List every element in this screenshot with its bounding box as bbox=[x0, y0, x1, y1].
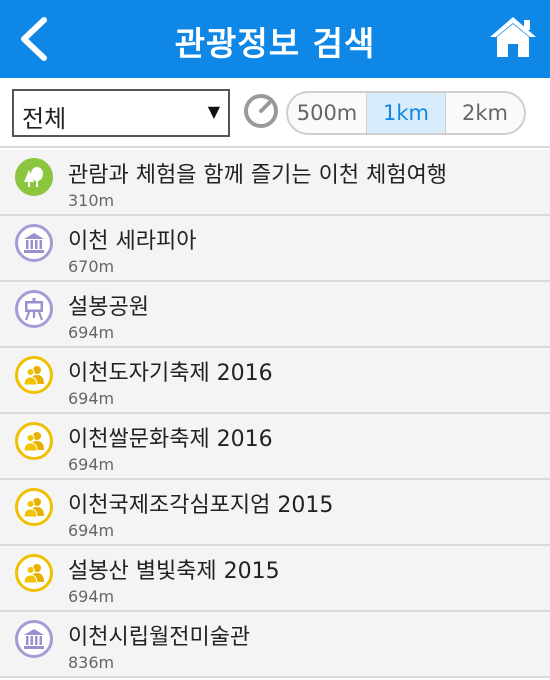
list-item-title: 이천 세라피아 bbox=[68, 229, 197, 254]
category-select-value: 전체 bbox=[22, 105, 67, 133]
list-item[interactable]: 관람과 체험을 함께 즐기는 이천 체험여행 310m bbox=[0, 150, 550, 216]
list-item-distance: 836m bbox=[68, 653, 115, 672]
distance-segmented-control: 500m 1km 2km bbox=[286, 91, 526, 135]
result-list: 관람과 체험을 함께 즐기는 이천 체험여행 310m 이천 세라피아 670m bbox=[0, 150, 550, 678]
distance-option-2km[interactable]: 2km bbox=[445, 93, 524, 133]
festival-people-icon bbox=[15, 356, 53, 394]
category-select[interactable]: 전체 ▼ bbox=[12, 89, 230, 137]
easel-icon bbox=[15, 290, 53, 328]
list-item[interactable]: 이천국제조각심포지엄 2015 694m bbox=[0, 480, 550, 546]
list-item-title: 이천시립월전미술관 bbox=[68, 625, 251, 650]
distance-option-500m[interactable]: 500m bbox=[288, 93, 366, 133]
list-item-distance: 694m bbox=[68, 455, 115, 474]
nature-tree-icon bbox=[15, 158, 53, 196]
home-icon[interactable] bbox=[488, 14, 538, 60]
list-item-title: 관람과 체험을 함께 즐기는 이천 체험여행 bbox=[68, 163, 448, 188]
list-item[interactable]: 설봉공원 694m bbox=[0, 282, 550, 348]
page-title: 관광정보 검색 bbox=[174, 24, 376, 63]
list-item-title: 설봉산 별빛축제 2015 bbox=[68, 559, 280, 584]
museum-icon bbox=[15, 620, 53, 658]
list-item-title: 설봉공원 bbox=[68, 295, 149, 320]
list-item-distance: 310m bbox=[68, 191, 115, 210]
list-item[interactable]: 설봉산 별빛축제 2015 694m bbox=[0, 546, 550, 612]
list-item-distance: 694m bbox=[68, 389, 115, 408]
list-item-title: 이천도자기축제 2016 bbox=[68, 361, 273, 386]
list-item-distance: 670m bbox=[68, 257, 115, 276]
list-item[interactable]: 이천 세라피아 670m bbox=[0, 216, 550, 282]
list-item[interactable]: 이천시립월전미술관 836m bbox=[0, 612, 550, 678]
festival-people-icon bbox=[15, 554, 53, 592]
app-bar: 관광정보 검색 bbox=[0, 0, 550, 78]
gauge-icon bbox=[242, 92, 280, 130]
list-item-distance: 694m bbox=[68, 521, 115, 540]
list-item[interactable]: 이천쌀문화축제 2016 694m bbox=[0, 414, 550, 480]
list-item-distance: 694m bbox=[68, 587, 115, 606]
list-item-title: 이천쌀문화축제 2016 bbox=[68, 427, 273, 452]
list-item-distance: 694m bbox=[68, 323, 115, 342]
list-item-title: 이천국제조각심포지엄 2015 bbox=[68, 493, 334, 518]
museum-icon bbox=[15, 224, 53, 262]
festival-people-icon bbox=[15, 488, 53, 526]
list-item[interactable]: 이천도자기축제 2016 694m bbox=[0, 348, 550, 414]
festival-people-icon bbox=[15, 422, 53, 460]
distance-option-1km[interactable]: 1km bbox=[366, 93, 445, 133]
dropdown-arrow-icon: ▼ bbox=[207, 102, 220, 121]
